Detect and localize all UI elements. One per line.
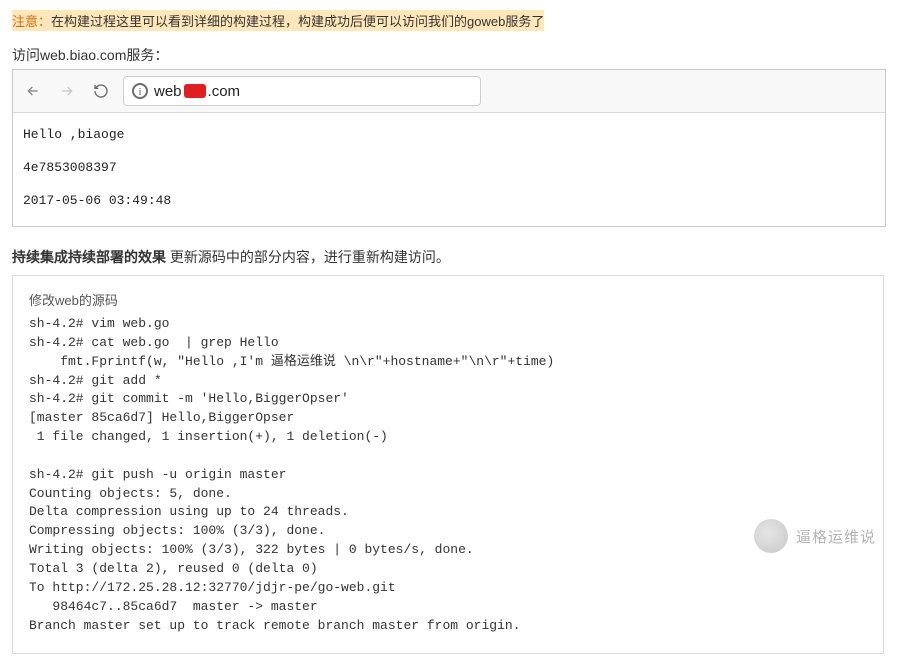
browser-body: Hello ,biaoge 4e7853008397 2017-05-06 03… xyxy=(13,113,885,226)
browser-toolbar: i web .com xyxy=(13,70,885,113)
code-block: 修改web的源码 sh-4.2# vim web.go sh-4.2# cat … xyxy=(12,275,884,654)
back-button[interactable] xyxy=(21,79,45,103)
access-label: 访问web.biao.com服务： xyxy=(12,45,886,65)
body-line-3: 2017-05-06 03:49:48 xyxy=(23,193,875,208)
url-text: web .com xyxy=(154,83,240,100)
site-info-icon[interactable]: i xyxy=(132,83,148,99)
browser-window: i web .com Hello ,biaoge 4e7853008397 20… xyxy=(12,69,886,227)
note-banner: 注意：在构建过程这里可以看到详细的构建过程，构建成功后便可以访问我们的goweb… xyxy=(12,10,544,31)
reload-icon xyxy=(93,83,109,99)
code-caption: 修改web的源码 xyxy=(29,290,867,309)
forward-button[interactable] xyxy=(55,79,79,103)
body-line-1: Hello ,biaoge xyxy=(23,127,875,142)
code-body: sh-4.2# vim web.go sh-4.2# cat web.go | … xyxy=(29,315,867,635)
subheading-bold: 持续集成持续部署的效果 xyxy=(12,249,166,265)
reload-button[interactable] xyxy=(89,79,113,103)
redaction-block xyxy=(184,84,206,98)
note-body: 在构建过程这里可以看到详细的构建过程，构建成功后便可以访问我们的goweb服务了 xyxy=(51,14,544,29)
address-bar[interactable]: i web .com xyxy=(123,76,481,106)
body-line-2: 4e7853008397 xyxy=(23,160,875,175)
url-left: web xyxy=(154,83,182,100)
note-prefix: 注意： xyxy=(12,14,51,29)
subheading: 持续集成持续部署的效果 更新源码中的部分内容，进行重新构建访问。 xyxy=(12,247,886,267)
arrow-left-icon xyxy=(25,83,41,99)
url-right: .com xyxy=(208,83,241,100)
subheading-rest: 更新源码中的部分内容，进行重新构建访问。 xyxy=(166,249,450,265)
arrow-right-icon xyxy=(59,83,75,99)
